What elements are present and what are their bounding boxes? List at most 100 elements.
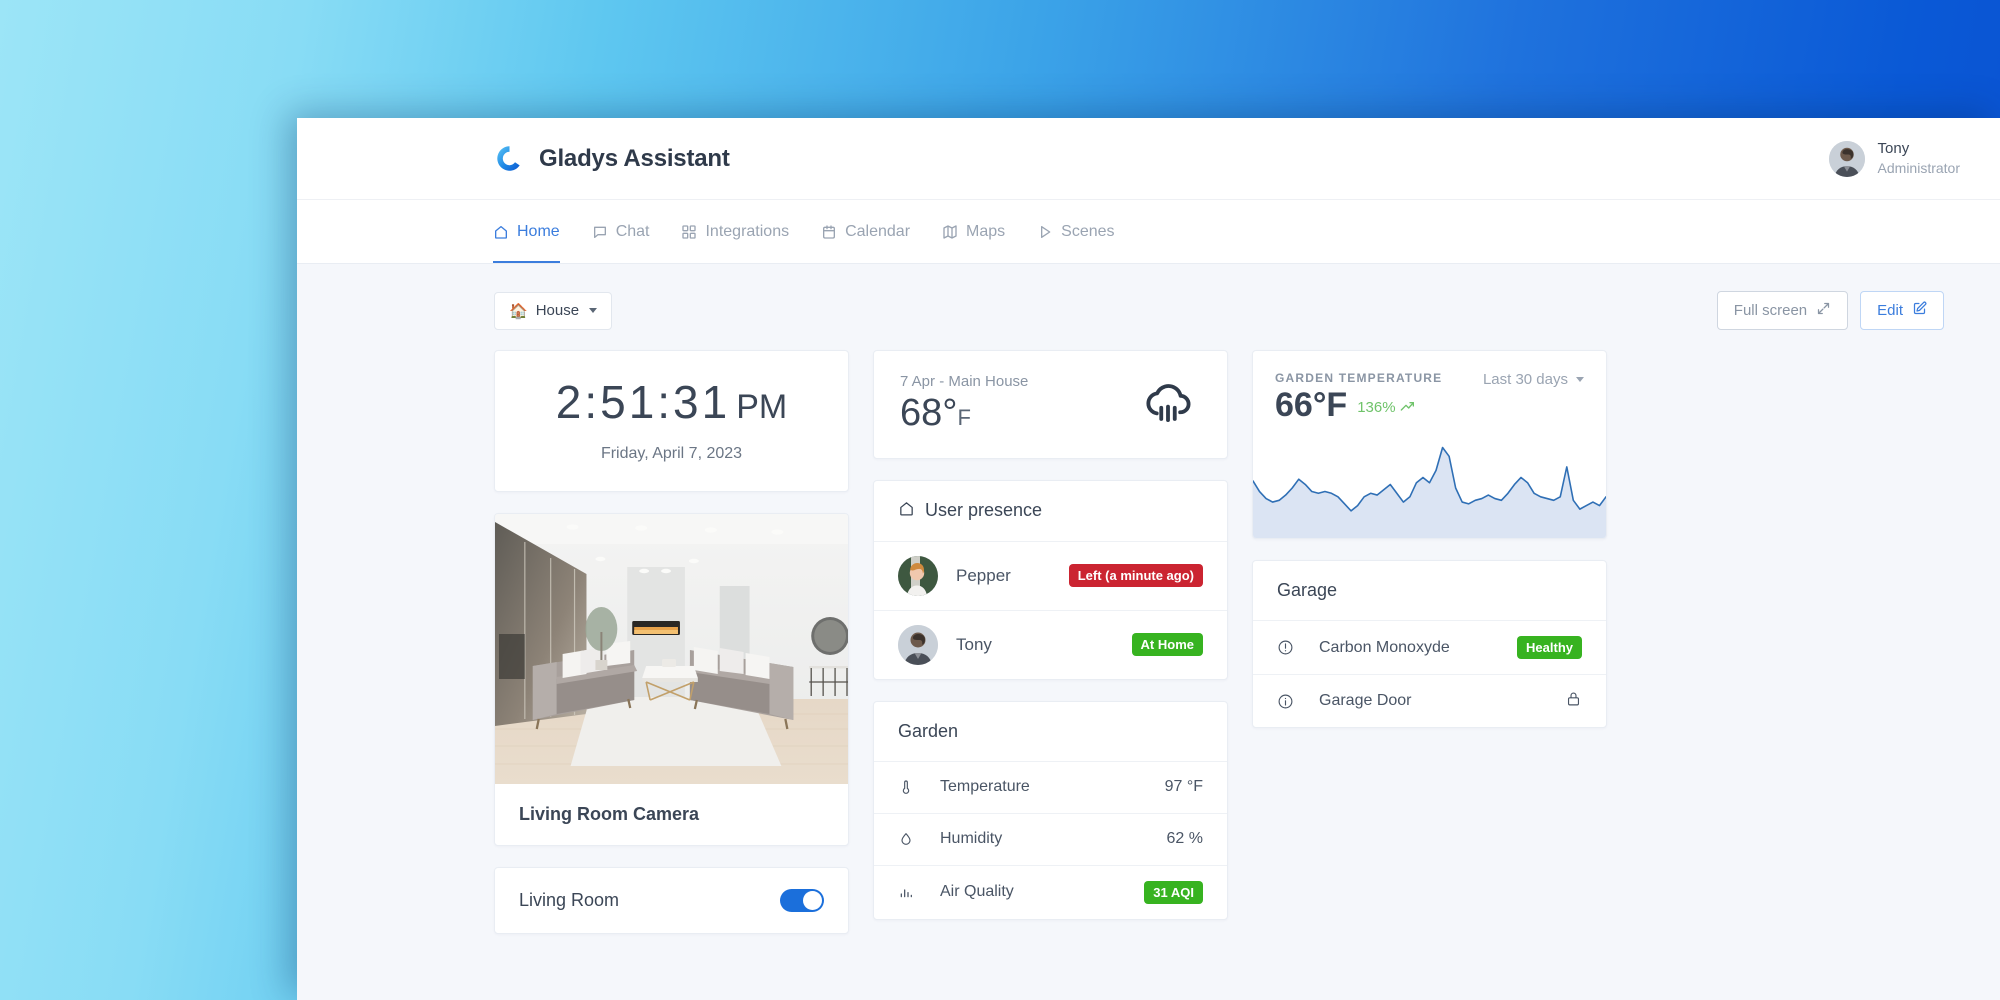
toggle-knob	[803, 891, 822, 911]
camera-title: Living Room Camera	[519, 804, 700, 825]
dashboard-toolbar: 🏠 House Full screen Edit	[297, 264, 2000, 330]
toolbar-actions: Full screen Edit	[1716, 291, 1944, 330]
living-room-label: Living Room	[519, 890, 620, 911]
garage-row-label: Carbon Monoxyde	[1319, 638, 1450, 656]
garden-temperature-card: Garden Temperature 66°F 136% Last 30 days	[1252, 350, 1607, 540]
garden-row-label: Temperature	[940, 778, 1030, 796]
garage-row-badge: Healthy	[1517, 636, 1582, 660]
garage-row-carbon-monoxyde[interactable]: Carbon Monoxyde Healthy	[1253, 620, 1606, 674]
clock-ampm: PM	[736, 388, 788, 426]
tab-maps-label: Maps	[966, 222, 1006, 240]
garden-row-label: Air Quality	[940, 883, 1014, 901]
tab-calendar-label: Calendar	[845, 222, 911, 240]
home-outline-icon	[898, 500, 915, 522]
garden-temperature-label: Garden Temperature	[1275, 371, 1443, 385]
weather-temperature: 68°	[900, 392, 958, 434]
pencil-square-icon	[1912, 301, 1927, 320]
tab-calendar[interactable]: Calendar	[805, 200, 926, 263]
main-navigation: Home Chat Integrations Calendar Maps Sce…	[297, 200, 2000, 264]
tab-scenes-label: Scenes	[1061, 222, 1115, 240]
lock-icon[interactable]	[1565, 690, 1582, 712]
home-icon	[493, 224, 509, 240]
weather-text: 7 Apr - Main House 68°F	[900, 373, 1028, 434]
thermometer-icon	[898, 779, 940, 795]
weather-card: 7 Apr - Main House 68°F	[873, 350, 1228, 459]
garden-title: Garden	[898, 720, 959, 741]
calendar-icon	[821, 224, 837, 240]
garden-temperature-text: Garden Temperature 66°F 136%	[1275, 371, 1442, 424]
garden-temperature-delta-group: 136%	[1357, 399, 1416, 416]
grid-squares-icon	[681, 224, 697, 240]
info-circle-icon	[1277, 693, 1319, 710]
garden-temperature-sparkline	[1253, 447, 1606, 539]
presence-row-pepper[interactable]: Pepper Left (a minute ago)	[874, 542, 1227, 611]
garden-row-humidity[interactable]: Humidity 62 %	[874, 812, 1227, 865]
water-drop-icon	[898, 831, 940, 847]
expand-arrows-icon	[1816, 301, 1831, 320]
garden-temperature-value-row: 66°F 136%	[1275, 386, 1442, 424]
dashboard-column-3: Garden Temperature 66°F 136% Last 30 days	[1252, 350, 1607, 934]
bar-chart-icon	[898, 884, 940, 900]
play-triangle-icon	[1037, 224, 1053, 240]
garage-title: Garage	[1277, 580, 1338, 601]
garden-temperature-delta: 136%	[1357, 399, 1396, 416]
user-role: Administrator	[1877, 159, 1960, 176]
garden-row-value: 62 %	[1166, 830, 1203, 848]
range-selector-label: Last 30 days	[1482, 371, 1568, 388]
house-selector-label: House	[535, 302, 580, 319]
edit-label: Edit	[1877, 302, 1903, 319]
weather-temp-row: 68°F	[900, 392, 1028, 434]
living-room-card: Living Room	[494, 867, 849, 935]
garden-temperature-value: 66°F	[1275, 386, 1348, 424]
avatar	[1828, 140, 1865, 177]
user-presence-card: User presence Pepper Left (a minute ago)…	[873, 479, 1228, 680]
user-menu[interactable]: Tony Administrator	[1828, 140, 1960, 177]
house-selector-button[interactable]: 🏠 House	[494, 291, 613, 330]
dashboard-column-2: 7 Apr - Main House 68°F User presence Pe…	[873, 350, 1228, 934]
dashboard-column-1: 2:51:31 PM Friday, April 7, 2023 Living …	[494, 350, 849, 935]
living-room-photo	[495, 514, 848, 785]
brand[interactable]: Gladys Assistant	[495, 144, 730, 173]
tab-chat[interactable]: Chat	[576, 200, 666, 263]
status-badge: At Home	[1131, 633, 1203, 657]
avatar	[898, 624, 938, 665]
garden-row-air-quality[interactable]: Air Quality 31 AQI	[874, 864, 1227, 919]
top-bar: Gladys Assistant Tony Administrator	[297, 118, 2000, 200]
map-icon	[942, 224, 958, 240]
gladys-ring-logo-icon	[495, 144, 524, 173]
garden-card: Garden Temperature 97 °F Humidity 62 % A…	[873, 700, 1228, 920]
garden-row-temperature[interactable]: Temperature 97 °F	[874, 760, 1227, 813]
garden-row-value: 97 °F	[1164, 778, 1203, 796]
weather-unit: F	[957, 405, 971, 430]
weather-place: 7 Apr - Main House	[900, 373, 1029, 390]
garden-row-badge: 31 AQI	[1144, 880, 1203, 904]
user-name: Tony	[1877, 140, 1910, 158]
garden-row-label: Humidity	[940, 830, 1003, 848]
edit-button[interactable]: Edit	[1860, 291, 1944, 330]
tab-scenes[interactable]: Scenes	[1021, 200, 1130, 263]
living-room-toggle[interactable]	[780, 889, 824, 913]
presence-row-tony[interactable]: Tony At Home	[874, 611, 1227, 679]
avatar	[898, 555, 938, 596]
garage-row-garage-door[interactable]: Garage Door	[1253, 674, 1606, 727]
user-presence-header: User presence	[874, 481, 1227, 542]
camera-card: Living Room Camera	[494, 513, 849, 847]
garage-row-label: Garage Door	[1319, 692, 1412, 710]
chat-bubble-icon	[592, 224, 608, 240]
range-selector[interactable]: Last 30 days	[1483, 371, 1584, 388]
tab-home-label: Home	[517, 222, 560, 240]
user-presence-title: User presence	[925, 500, 1043, 521]
garden-temperature-header: Garden Temperature 66°F 136% Last 30 days	[1253, 351, 1606, 424]
tab-integrations[interactable]: Integrations	[665, 200, 805, 263]
house-emoji-icon: 🏠	[509, 302, 528, 320]
cloud-rain-icon	[1137, 374, 1199, 433]
living-room-row: Living Room	[495, 868, 848, 933]
chevron-down-icon	[1576, 377, 1584, 382]
dashboard-grid: 2:51:31 PM Friday, April 7, 2023 Living …	[297, 330, 2000, 935]
clock-card: 2:51:31 PM Friday, April 7, 2023	[494, 350, 849, 493]
tab-chat-label: Chat	[615, 222, 650, 240]
tab-home[interactable]: Home	[493, 200, 576, 263]
brand-name: Gladys Assistant	[539, 144, 730, 172]
tab-maps[interactable]: Maps	[926, 200, 1021, 263]
full-screen-button[interactable]: Full screen	[1716, 291, 1849, 330]
